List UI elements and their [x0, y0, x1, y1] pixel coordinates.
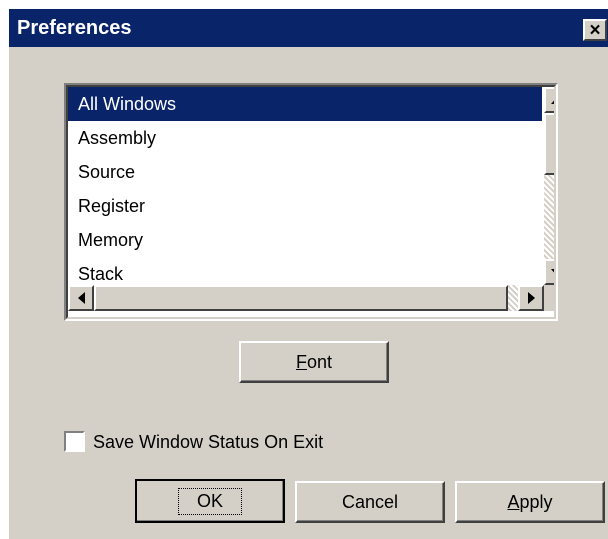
font-button-label: ont	[306, 351, 333, 372]
apply-button-accel: A	[507, 491, 520, 512]
scroll-right-button[interactable]	[518, 285, 544, 311]
window-type-listbox[interactable]: All Windows Assembly Source Register Mem…	[64, 83, 558, 321]
arrow-up-icon	[551, 96, 554, 104]
arrow-left-icon	[77, 292, 85, 304]
list-item[interactable]: All Windows	[68, 87, 542, 121]
scroll-down-button[interactable]	[544, 259, 554, 285]
horizontal-scroll-thumb[interactable]	[94, 285, 508, 311]
save-window-status-label[interactable]: Save Window Status On Exit	[93, 428, 323, 456]
list-item[interactable]: Source	[68, 155, 542, 189]
close-icon: ×	[589, 19, 601, 41]
font-button-accel: F	[295, 351, 307, 372]
ok-button-label: OK	[177, 487, 242, 515]
scrollbar-corner	[544, 285, 554, 311]
vertical-scrollbar[interactable]	[544, 87, 554, 285]
list-items: All Windows Assembly Source Register Mem…	[68, 87, 542, 291]
vertical-scroll-thumb[interactable]	[544, 113, 554, 175]
title-bar[interactable]: Preferences ×	[9, 9, 608, 47]
apply-button-label: pply	[519, 491, 553, 512]
font-button[interactable]: Font	[239, 341, 389, 383]
cancel-button-label: Cancel	[341, 491, 399, 512]
arrow-right-icon	[527, 292, 535, 304]
preferences-dialog: Preferences × All Windows Assembly Sourc…	[7, 7, 608, 539]
dialog-title: Preferences	[17, 17, 132, 39]
scroll-left-button[interactable]	[68, 285, 94, 311]
cancel-button[interactable]: Cancel	[295, 481, 445, 523]
apply-button[interactable]: Apply	[455, 481, 605, 523]
ok-button[interactable]: OK	[135, 479, 285, 523]
list-item[interactable]: Memory	[68, 223, 542, 257]
horizontal-scrollbar[interactable]	[68, 285, 544, 311]
list-item[interactable]: Register	[68, 189, 542, 223]
arrow-down-icon	[551, 268, 554, 276]
list-item[interactable]: Assembly	[68, 121, 542, 155]
close-button[interactable]: ×	[583, 19, 607, 41]
save-window-status-checkbox[interactable]	[64, 431, 85, 452]
scroll-up-button[interactable]	[544, 87, 554, 113]
